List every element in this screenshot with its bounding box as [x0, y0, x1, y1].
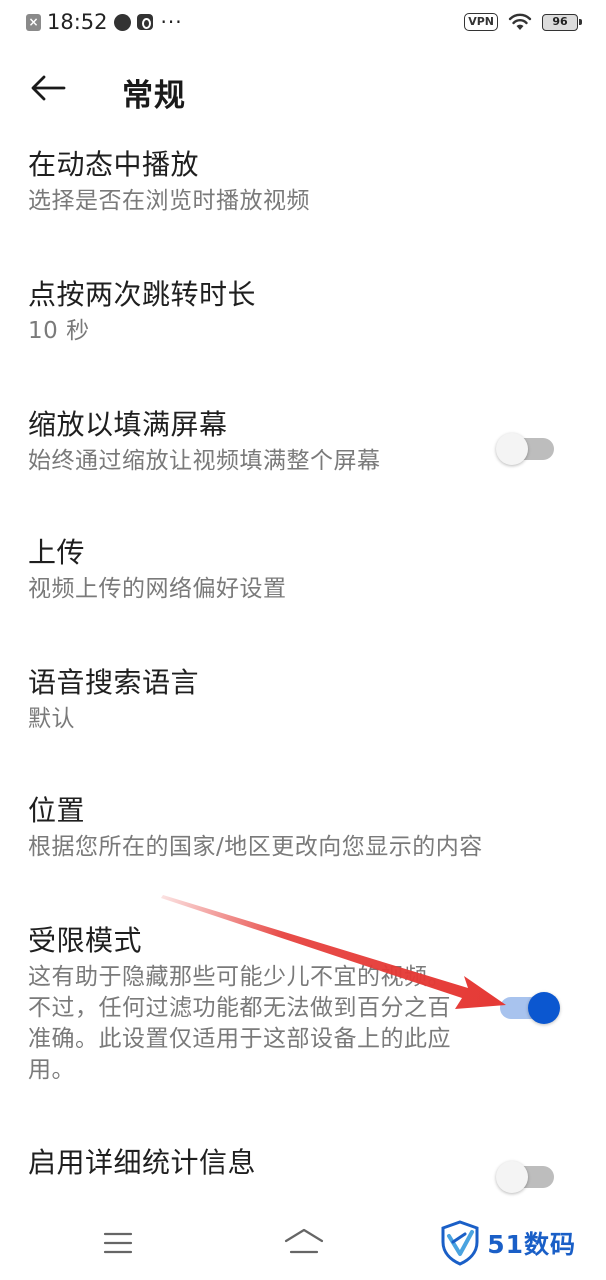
setting-title: 在动态中播放: [28, 148, 200, 181]
arrow-left-icon[interactable]: [28, 72, 68, 104]
watermark: 51数码: [439, 1220, 576, 1266]
setting-zoom-to-fill[interactable]: 缩放以填满屏幕 始终通过缩放让视频填满整个屏幕: [0, 388, 606, 516]
settings-list: 在动态中播放 选择是否在浏览时播放视频 点按两次跳转时长 10 秒 缩放以填满屏…: [0, 128, 606, 1226]
navigation-bar: 51数码: [0, 1210, 606, 1280]
setting-title: 受限模式: [28, 924, 143, 957]
stats-for-nerds-toggle[interactable]: [496, 1161, 554, 1193]
setting-restricted-mode[interactable]: 受限模式 这有助于隐藏那些可能少儿不宜的视频。不过，任何过滤功能都无法做到百分之…: [0, 904, 606, 1126]
toggle-knob: [528, 992, 560, 1024]
notification-x-icon: ×: [26, 13, 41, 31]
vpn-badge: VPN: [464, 13, 498, 31]
toggle-knob: [496, 433, 528, 465]
setting-subtitle: 根据您所在的国家/地区更改向您显示的内容: [28, 834, 483, 860]
status-bar-right: VPN 96: [464, 13, 582, 31]
setting-title: 缩放以填满屏幕: [28, 408, 228, 441]
menu-icon[interactable]: [102, 1230, 134, 1256]
home-icon[interactable]: [282, 1226, 326, 1258]
app-header: 常规: [0, 60, 606, 120]
setting-title: 点按两次跳转时长: [28, 278, 257, 311]
shield-logo-icon: [441, 1220, 479, 1266]
toggle-knob: [496, 1161, 528, 1193]
setting-subtitle: 选择是否在浏览时播放视频: [28, 188, 310, 214]
setting-double-tap-seek[interactable]: 点按两次跳转时长 10 秒: [0, 258, 606, 388]
setting-title: 语音搜索语言: [28, 666, 200, 699]
setting-autoplay-in-feed[interactable]: 在动态中播放 选择是否在浏览时播放视频: [0, 128, 606, 258]
app-notification-icon: [113, 13, 131, 31]
battery-icon: 96: [542, 13, 582, 31]
setting-title: 上传: [28, 536, 86, 569]
app-notification-icon: [136, 14, 153, 30]
zoom-to-fill-toggle[interactable]: [496, 433, 554, 465]
setting-upload[interactable]: 上传 视频上传的网络偏好设置: [0, 516, 606, 646]
page-title: 常规: [122, 78, 186, 114]
restricted-mode-toggle[interactable]: [500, 992, 560, 1024]
setting-subtitle: 默认: [28, 706, 75, 732]
status-bar: × 18:52 ··· VPN 96: [0, 0, 606, 48]
setting-subtitle: 这有助于隐藏那些可能少儿不宜的视频。不过，任何过滤功能都无法做到百分之百准确。此…: [28, 964, 451, 1083]
watermark-text: 51数码: [487, 1230, 576, 1259]
setting-title: 位置: [28, 794, 86, 827]
wifi-icon: [508, 13, 532, 30]
more-notifications-indicator: ···: [160, 10, 183, 34]
status-bar-left: × 18:52 ···: [26, 10, 183, 34]
setting-subtitle: 视频上传的网络偏好设置: [28, 576, 287, 602]
setting-location[interactable]: 位置 根据您所在的国家/地区更改向您显示的内容: [0, 774, 606, 904]
setting-voice-search-language[interactable]: 语音搜索语言 默认: [0, 646, 606, 774]
status-time: 18:52: [47, 10, 108, 34]
setting-subtitle: 10 秒: [28, 318, 90, 344]
